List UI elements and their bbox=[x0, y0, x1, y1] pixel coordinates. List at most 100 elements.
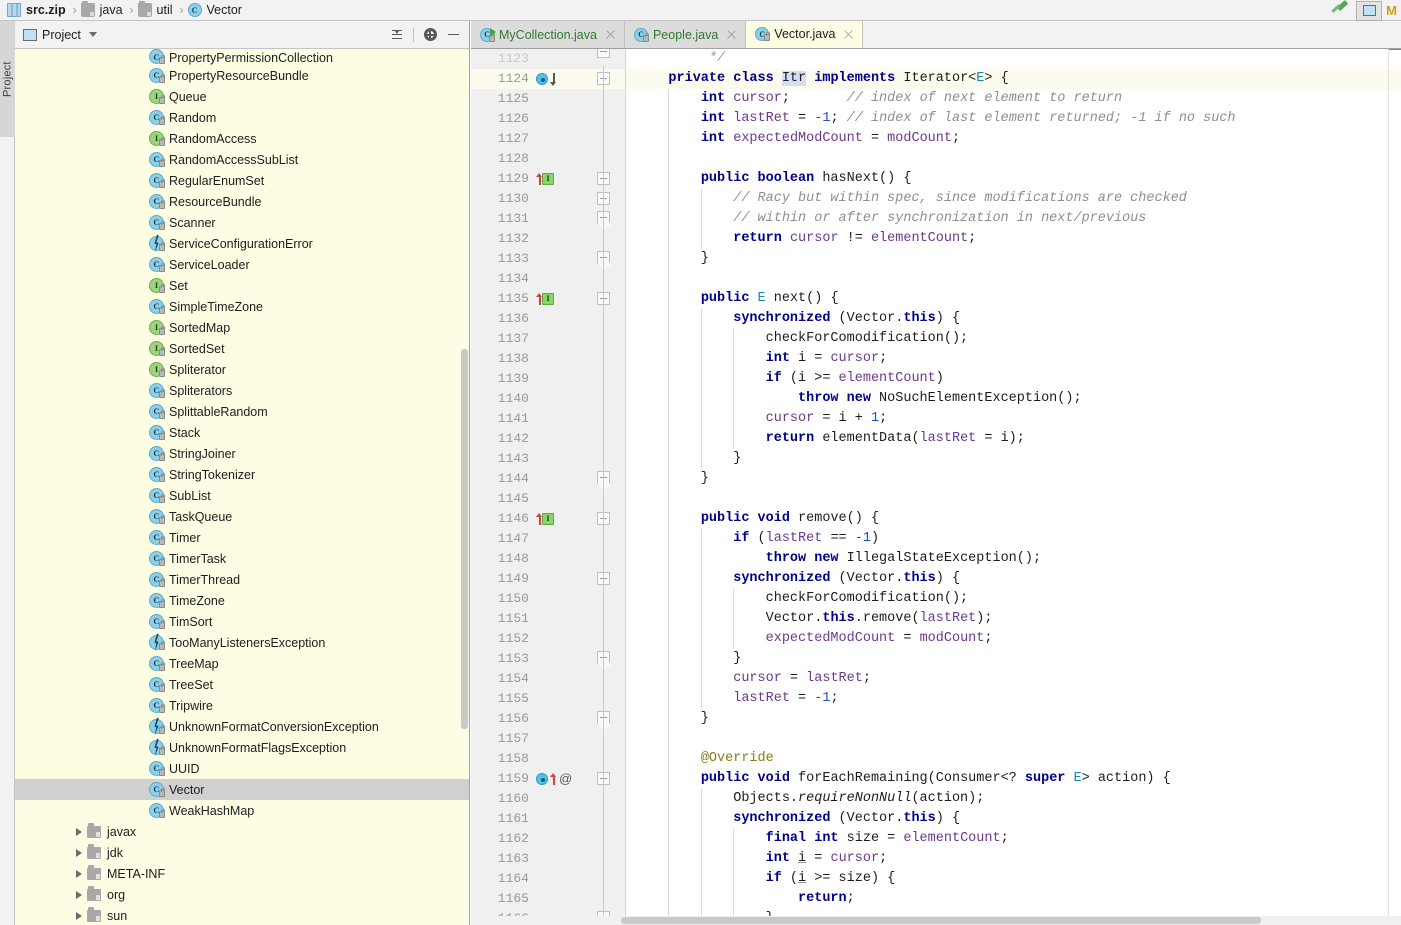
code-line[interactable]: int i = cursor; bbox=[626, 349, 1401, 369]
tree-item-timsort[interactable]: CTimSort bbox=[15, 611, 469, 632]
sidebar-item-project-vertical[interactable]: Project bbox=[0, 21, 15, 137]
code-line[interactable]: } bbox=[626, 709, 1401, 729]
breadcrumb-item-vector[interactable]: CVector bbox=[187, 0, 246, 21]
close-icon[interactable] bbox=[725, 28, 738, 41]
code-line[interactable]: int expectedModCount = modCount; bbox=[626, 129, 1401, 149]
code-line[interactable] bbox=[626, 269, 1401, 289]
code-editor[interactable]: 1123112411251126112711281129I11301131113… bbox=[471, 49, 1401, 925]
tree-item-org[interactable]: org bbox=[15, 884, 469, 905]
tree-item-regularenumset[interactable]: CRegularEnumSet bbox=[15, 170, 469, 191]
code-line[interactable]: public E next() { bbox=[626, 289, 1401, 309]
code-line[interactable]: final int size = elementCount; bbox=[626, 829, 1401, 849]
tree-item-random[interactable]: CRandom bbox=[15, 107, 469, 128]
tree-item-propertypermissioncollection[interactable]: CPropertyPermissionCollection bbox=[15, 49, 469, 65]
collapse-all-button[interactable] bbox=[387, 25, 407, 45]
code-line[interactable]: if (i >= elementCount) bbox=[626, 369, 1401, 389]
overriding-marker-icon[interactable] bbox=[536, 773, 548, 785]
settings-button[interactable] bbox=[420, 25, 440, 45]
code-line[interactable]: int lastRet = -1; // index of last eleme… bbox=[626, 109, 1401, 129]
implementing-method-icon[interactable]: I bbox=[542, 173, 554, 185]
editor-horizontal-scrollbar[interactable] bbox=[471, 916, 1401, 925]
tree-item-sublist[interactable]: CSubList bbox=[15, 485, 469, 506]
fold-collapse-icon[interactable] bbox=[597, 49, 610, 58]
code-line[interactable]: public boolean hasNext() { bbox=[626, 169, 1401, 189]
implemented-marker-icon[interactable] bbox=[536, 73, 548, 85]
code-line[interactable]: lastRet = -1; bbox=[626, 689, 1401, 709]
chevron-right-icon[interactable] bbox=[71, 884, 87, 905]
code-line[interactable]: return; bbox=[626, 889, 1401, 909]
tree-item-unknownformatflagsexception[interactable]: UnknownFormatFlagsException bbox=[15, 737, 469, 758]
code-line[interactable]: public void forEachRemaining(Consumer<? … bbox=[626, 769, 1401, 789]
breadcrumb-item-java[interactable]: java bbox=[80, 0, 127, 21]
tree-item-spliterator[interactable]: ISpliterator bbox=[15, 359, 469, 380]
tree-item-vector[interactable]: CVector bbox=[15, 779, 469, 800]
code-line[interactable]: } bbox=[626, 649, 1401, 669]
tree-item-meta-inf[interactable]: META-INF bbox=[15, 863, 469, 884]
project-title-group[interactable]: Project bbox=[23, 28, 97, 42]
tree-item-propertyresourcebundle[interactable]: CPropertyResourceBundle bbox=[15, 65, 469, 86]
tree-item-stack[interactable]: CStack bbox=[15, 422, 469, 443]
code-line[interactable]: } bbox=[626, 469, 1401, 489]
annotation-marker-icon[interactable]: @ bbox=[559, 773, 572, 785]
editor-hscroll-thumb[interactable] bbox=[621, 917, 1261, 924]
code-line[interactable] bbox=[626, 489, 1401, 509]
tree-item-sortedmap[interactable]: ISortedMap bbox=[15, 317, 469, 338]
tree-item-serviceloader[interactable]: CServiceLoader bbox=[15, 254, 469, 275]
tree-item-spliterators[interactable]: CSpliterators bbox=[15, 380, 469, 401]
tree-item-javax[interactable]: javax bbox=[15, 821, 469, 842]
close-icon[interactable] bbox=[842, 28, 855, 41]
tree-item-resourcebundle[interactable]: CResourceBundle bbox=[15, 191, 469, 212]
code-line[interactable]: checkForComodification(); bbox=[626, 329, 1401, 349]
code-line[interactable]: } bbox=[626, 249, 1401, 269]
code-line[interactable]: return cursor != elementCount; bbox=[626, 229, 1401, 249]
tree-item-treeset[interactable]: CTreeSet bbox=[15, 674, 469, 695]
code-line[interactable]: throw new NoSuchElementException(); bbox=[626, 389, 1401, 409]
implementing-method-icon[interactable]: I bbox=[542, 513, 554, 525]
code-line[interactable]: checkForComodification(); bbox=[626, 589, 1401, 609]
tree-item-simpletimezone[interactable]: CSimpleTimeZone bbox=[15, 296, 469, 317]
code-line[interactable] bbox=[626, 149, 1401, 169]
tree-item-queue[interactable]: IQueue bbox=[15, 86, 469, 107]
implementing-method-icon[interactable]: I bbox=[542, 293, 554, 305]
code-line[interactable]: private class Itr implements Iterator<E>… bbox=[626, 69, 1401, 89]
code-line[interactable] bbox=[626, 729, 1401, 749]
code-line[interactable]: if (i >= size) { bbox=[626, 869, 1401, 889]
tab-vector-java[interactable]: CVector.java bbox=[746, 21, 863, 48]
chevron-right-icon[interactable] bbox=[71, 863, 87, 884]
tree-item-unknownformatconversionexception[interactable]: UnknownFormatConversionException bbox=[15, 716, 469, 737]
code-line[interactable]: */ bbox=[626, 49, 1401, 69]
tree-item-set[interactable]: ISet bbox=[15, 275, 469, 296]
tree-item-jdk[interactable]: jdk bbox=[15, 842, 469, 863]
tree-item-stringjoiner[interactable]: CStringJoiner bbox=[15, 443, 469, 464]
editor-gutter[interactable]: 1123112411251126112711281129I11301131113… bbox=[471, 49, 581, 925]
tree-item-sortedset[interactable]: ISortedSet bbox=[15, 338, 469, 359]
code-line[interactable]: synchronized (Vector.this) { bbox=[626, 569, 1401, 589]
project-tree[interactable]: CPropertyPermissionCollectionCPropertyRe… bbox=[15, 49, 469, 925]
code-line[interactable]: throw new IllegalStateException(); bbox=[626, 549, 1401, 569]
hammer-icon[interactable] bbox=[1328, 2, 1350, 20]
hide-panel-button[interactable] bbox=[443, 25, 463, 45]
breadcrumb-item-src-zip[interactable]: src.zip bbox=[6, 0, 70, 21]
tree-item-tripwire[interactable]: CTripwire bbox=[15, 695, 469, 716]
tree-item-randomaccesssublist[interactable]: CRandomAccessSubList bbox=[15, 149, 469, 170]
code-line[interactable]: Vector.this.remove(lastRet); bbox=[626, 609, 1401, 629]
editor-error-stripe[interactable] bbox=[1388, 49, 1401, 925]
code-line[interactable]: return elementData(lastRet = i); bbox=[626, 429, 1401, 449]
tree-item-scanner[interactable]: CScanner bbox=[15, 212, 469, 233]
tree-item-weakhashmap[interactable]: CWeakHashMap bbox=[15, 800, 469, 821]
code-line[interactable]: public void remove() { bbox=[626, 509, 1401, 529]
editor-fold-column[interactable] bbox=[581, 49, 626, 925]
tree-item-splittablerandom[interactable]: CSplittableRandom bbox=[15, 401, 469, 422]
tree-item-toomanylistenersexception[interactable]: TooManyListenersException bbox=[15, 632, 469, 653]
close-icon[interactable] bbox=[604, 28, 617, 41]
tree-item-stringtokenizer[interactable]: CStringTokenizer bbox=[15, 464, 469, 485]
tree-item-timerthread[interactable]: CTimerThread bbox=[15, 569, 469, 590]
restore-window-icon[interactable] bbox=[1356, 1, 1382, 21]
tree-item-serviceconfigurationerror[interactable]: ServiceConfigurationError bbox=[15, 233, 469, 254]
code-line[interactable]: @Override bbox=[626, 749, 1401, 769]
tab-mycollection-java[interactable]: CMyCollection.java bbox=[471, 21, 625, 48]
tab-people-java[interactable]: CPeople.java bbox=[625, 21, 746, 48]
code-line[interactable]: synchronized (Vector.this) { bbox=[626, 309, 1401, 329]
tree-item-randomaccess[interactable]: IRandomAccess bbox=[15, 128, 469, 149]
tree-item-treemap[interactable]: CTreeMap bbox=[15, 653, 469, 674]
